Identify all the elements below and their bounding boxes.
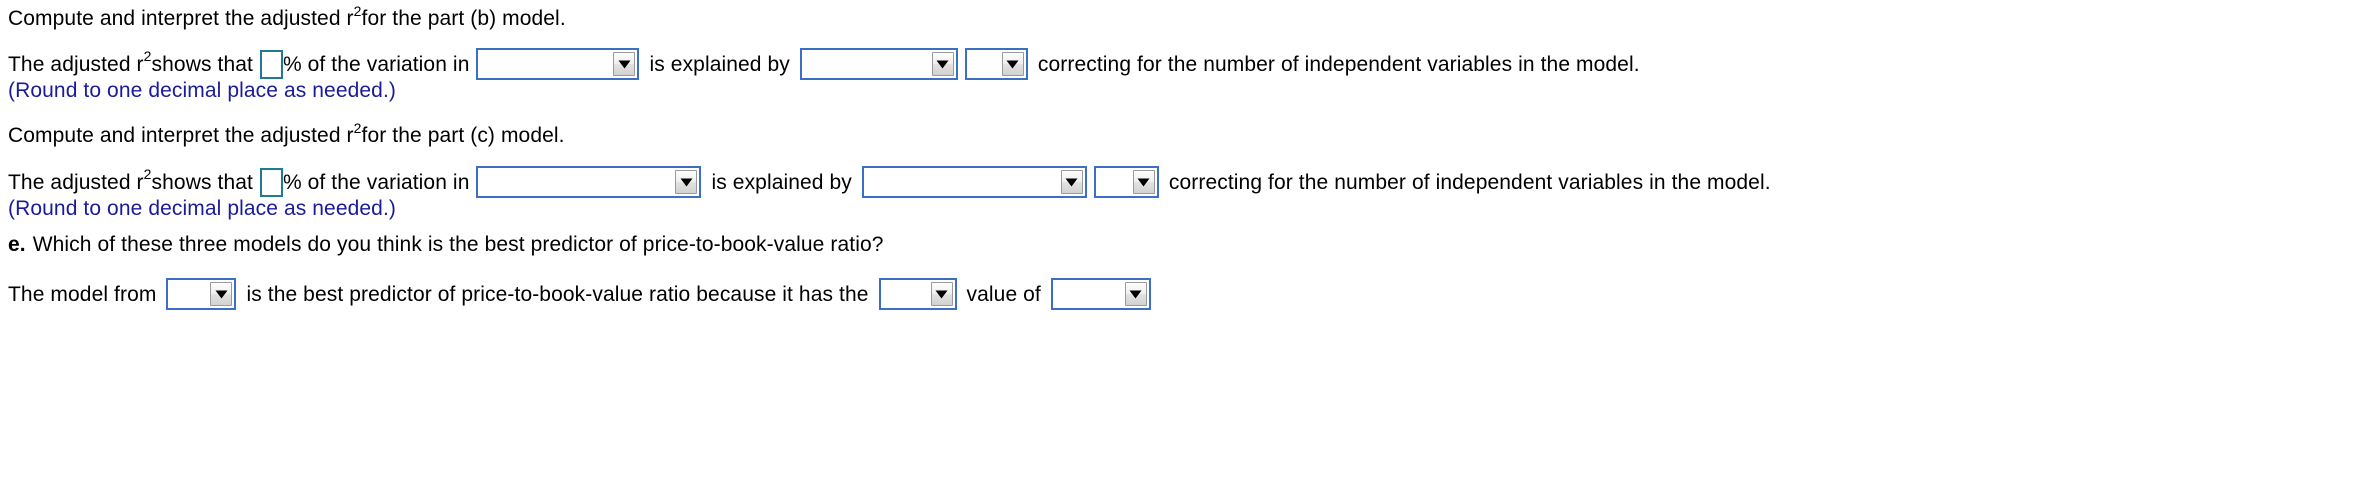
part-c-round-note-text: (Round to one decimal place as needed.): [8, 197, 396, 220]
part-c-sentence-after-r: shows that: [151, 170, 253, 194]
chevron-down-icon[interactable]: [930, 282, 953, 306]
part-c-sentence-tail: correcting for the number of independent…: [1168, 170, 1771, 194]
part-b-round-note-text: (Round to one decimal place as needed.): [8, 79, 396, 102]
part-c-explained-by-dropdown[interactable]: [861, 166, 1087, 198]
part-e-question-text: Which of these three models do you think…: [32, 233, 884, 256]
part-b-explained-by-dropdown[interactable]: [799, 48, 958, 80]
part-b-percent-input[interactable]: [259, 49, 283, 79]
part-c-variation-in-dropdown[interactable]: [476, 166, 702, 198]
part-b-after-adjusting-dropdown[interactable]: [964, 48, 1028, 80]
chevron-down-icon[interactable]: [1124, 282, 1147, 306]
part-e-middle-text: is the best predictor of price-to-book-v…: [246, 282, 869, 306]
part-e-label: e.: [8, 233, 26, 256]
chevron-down-icon[interactable]: [1132, 170, 1155, 194]
part-e-question: e. Which of these three models do you th…: [8, 234, 884, 255]
chevron-down-icon[interactable]: [1001, 52, 1024, 76]
part-e-quality-value: [881, 280, 931, 308]
part-c-sentence-before-r: The adjusted r: [8, 170, 144, 194]
part-b-sentence-superscript: 2: [143, 48, 152, 64]
part-c-prompt-text-before: Compute and interpret the adjusted r: [8, 124, 354, 147]
part-c-answer-sentence: The adjusted r2 shows that % of the vari…: [8, 166, 1771, 198]
part-b-prompt-superscript: 2: [353, 2, 362, 19]
chevron-down-icon[interactable]: [931, 52, 954, 76]
part-b-percent-label: % of the variation in: [282, 52, 470, 76]
part-b-prompt: Compute and interpret the adjusted r2 fo…: [8, 4, 566, 30]
part-c-after-adjusting-dropdown[interactable]: [1093, 166, 1159, 198]
part-c-percent-label: % of the variation in: [282, 170, 470, 194]
part-b-variation-in-value: [478, 50, 613, 78]
part-b-sentence-before-r: The adjusted r: [8, 52, 144, 76]
part-c-sentence-superscript: 2: [143, 166, 152, 182]
part-c-prompt: Compute and interpret the adjusted r2 fo…: [8, 121, 565, 147]
part-e-model-dropdown[interactable]: [166, 278, 237, 310]
part-c-round-note: (Round to one decimal place as needed.): [8, 198, 396, 219]
part-b-explained-by-value: [802, 50, 932, 78]
part-e-statistic-dropdown[interactable]: [1050, 278, 1151, 310]
chevron-down-icon[interactable]: [1060, 170, 1083, 194]
part-e-statistic-value: [1053, 280, 1125, 308]
question-page: Compute and interpret the adjusted r2 fo…: [0, 0, 2360, 502]
part-b-sentence-tail: correcting for the number of independent…: [1037, 52, 1640, 76]
part-c-percent-input[interactable]: [259, 167, 283, 197]
part-c-explained-by-value: [864, 168, 1061, 196]
chevron-down-icon[interactable]: [210, 282, 233, 306]
part-b-after-adjusting-value: [967, 50, 1002, 78]
part-c-variation-in-value: [478, 168, 675, 196]
part-e-lead-text: The model from: [8, 282, 157, 306]
part-c-explained-by-label: is explained by: [711, 170, 852, 194]
part-b-prompt-text-after: for the part (b) model.: [361, 7, 566, 30]
part-b-prompt-text-before: Compute and interpret the adjusted r: [8, 7, 354, 30]
part-e-model-value: [168, 280, 210, 308]
part-e-value-of-text: value of: [966, 282, 1041, 306]
part-b-explained-by-label: is explained by: [649, 52, 790, 76]
part-b-variation-in-dropdown[interactable]: [476, 48, 640, 80]
part-c-prompt-text-after: for the part (c) model.: [361, 124, 565, 147]
part-b-sentence-after-r: shows that: [151, 52, 253, 76]
part-c-prompt-superscript: 2: [353, 119, 362, 136]
part-e-quality-dropdown[interactable]: [878, 278, 957, 310]
part-b-answer-sentence: The adjusted r2 shows that % of the vari…: [8, 48, 1640, 80]
chevron-down-icon[interactable]: [675, 170, 698, 194]
part-b-round-note: (Round to one decimal place as needed.): [8, 80, 396, 101]
part-e-answer-sentence: The model from is the best predictor of …: [8, 278, 1151, 310]
part-c-after-adjusting-value: [1096, 168, 1133, 196]
chevron-down-icon[interactable]: [613, 52, 636, 76]
